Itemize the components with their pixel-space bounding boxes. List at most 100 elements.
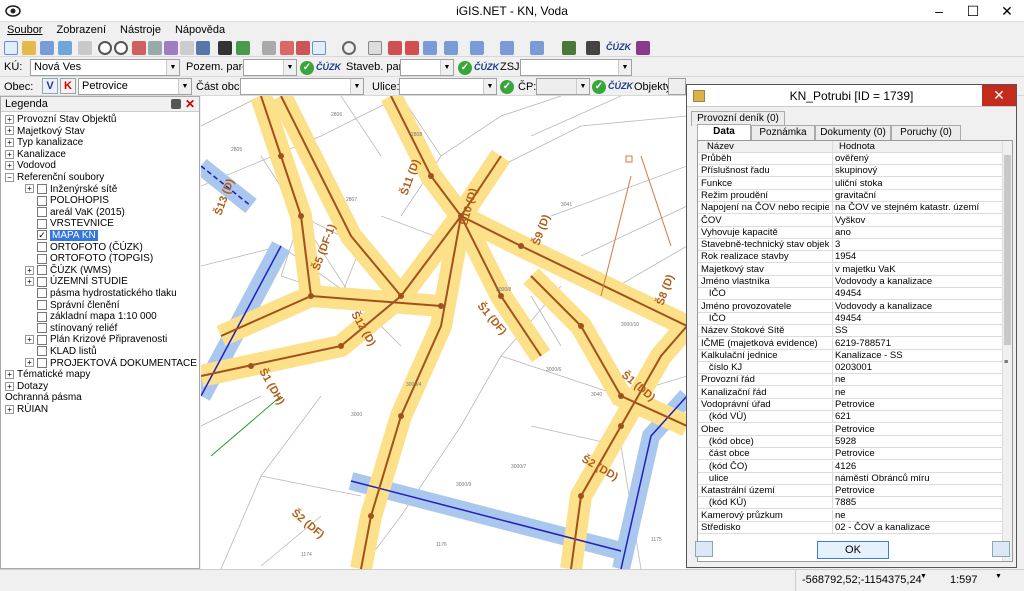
grid-row[interactable]: Vodoprávní úřad Petrovice	[698, 399, 1003, 411]
tab-dokumenty[interactable]: Dokumenty (0)	[815, 125, 891, 140]
layer-checkbox[interactable]	[37, 334, 47, 345]
expand-icon[interactable]: +	[25, 358, 34, 368]
identify-icon[interactable]	[180, 41, 194, 55]
ok-button[interactable]: OK	[817, 541, 889, 559]
undo-icon[interactable]	[262, 41, 276, 55]
cp-confirm-icon[interactable]: ✓	[592, 80, 606, 94]
pan-icon[interactable]	[148, 41, 162, 55]
ku-combo[interactable]: Nová Ves ▼	[30, 59, 180, 76]
grid-row[interactable]: (kód obce) 5928	[698, 435, 1003, 448]
scrollbar-thumb[interactable]	[1004, 155, 1011, 345]
grid-row[interactable]: Vyhovuje kapacitě ano	[698, 226, 1003, 239]
label-abl-icon[interactable]	[368, 41, 382, 55]
cp-cuzk-button[interactable]: ČÚZK	[608, 81, 633, 95]
cp-combo[interactable]: ▼	[536, 78, 590, 95]
info-icon[interactable]	[196, 41, 210, 55]
pin-icon[interactable]	[171, 99, 181, 109]
expand-icon[interactable]: +	[5, 114, 14, 124]
zoom-extent-icon[interactable]	[132, 41, 146, 55]
expand-icon[interactable]: +	[25, 265, 34, 275]
ulice-confirm-icon[interactable]: ✓	[500, 80, 514, 94]
dialog-close-button[interactable]: ✕	[982, 85, 1016, 106]
open-folder-icon[interactable]	[22, 41, 36, 55]
grid-row[interactable]: (kód ČO) 4126	[698, 460, 1003, 473]
grid-row[interactable]: část obce Petrovice	[698, 448, 1003, 461]
menu-nastroje[interactable]: Nástroje	[113, 22, 168, 38]
scale-dropdown-icon[interactable]: ▼	[995, 573, 1002, 580]
cuzk-button[interactable]: ČÚZK	[606, 42, 631, 56]
map-canvas[interactable]: Š13 (D) Š5 (DF-1) Š11 (D) Š10 (D) Š9 (D)…	[201, 96, 687, 569]
layer-checkbox[interactable]	[37, 357, 47, 368]
layer-checkbox[interactable]	[37, 183, 47, 194]
tab-data[interactable]: Data	[697, 124, 751, 141]
pozem-parc-combo[interactable]: ▼	[243, 59, 297, 76]
grid-row[interactable]: Příslušnost řadu skupinový	[698, 165, 1003, 178]
grid-row[interactable]: (kód VÚ) 621	[698, 411, 1003, 424]
expand-icon[interactable]: +	[5, 404, 14, 414]
grid-row[interactable]: IČME (majetková evidence) 6219-788571	[698, 337, 1003, 350]
table2-icon[interactable]	[470, 41, 484, 55]
grid-row[interactable]: ČOV Vyškov	[698, 214, 1003, 227]
grid-row[interactable]: Kanalizační řád ne	[698, 386, 1003, 399]
book-icon[interactable]	[636, 41, 650, 55]
zoom-out-icon[interactable]	[114, 41, 128, 55]
draw-line-icon[interactable]	[280, 41, 294, 55]
globe-icon[interactable]	[58, 41, 72, 55]
grid-row[interactable]: Název Stokové Sítě SS	[698, 325, 1003, 338]
grid-row[interactable]: Kalkulační jednice Kanalizace - SS	[698, 349, 1003, 362]
layer-checkbox[interactable]	[37, 265, 47, 276]
grid-row[interactable]: ulice náměstí Obránců míru	[698, 472, 1003, 485]
menu-zobrazeni[interactable]: Zobrazení	[49, 22, 113, 38]
pozem-cuzk-button[interactable]: ČÚZK	[316, 62, 341, 76]
grid-row[interactable]: Rok realizace stavby 1954	[698, 251, 1003, 264]
k-button[interactable]: K	[60, 78, 76, 94]
staveb-cuzk-button[interactable]: ČÚZK	[474, 62, 499, 76]
objekty-combo[interactable]	[668, 78, 686, 95]
zsj-combo[interactable]: ▼	[520, 59, 632, 76]
grid-scrollbar[interactable]: ≡	[1002, 141, 1012, 561]
grid-row[interactable]: číslo KJ 0203001	[698, 362, 1003, 375]
xy2-icon[interactable]	[405, 41, 419, 55]
maximize-button[interactable]: ☐	[956, 0, 990, 22]
expand-icon[interactable]: +	[5, 126, 14, 136]
xy-icon[interactable]	[388, 41, 402, 55]
layer-checkbox[interactable]	[37, 323, 47, 334]
dialog-tool-left-icon[interactable]	[695, 541, 713, 557]
legend-item[interactable]: + RÚIAN	[5, 403, 48, 416]
export-icon[interactable]	[586, 41, 600, 55]
grid-row[interactable]: Provozní řád ne	[698, 374, 1003, 387]
layer-checkbox[interactable]	[37, 195, 47, 206]
grid-icon[interactable]	[423, 41, 437, 55]
layer-add-icon[interactable]	[236, 41, 250, 55]
tab-poznamka[interactable]: Poznámka	[751, 125, 815, 140]
layer-checkbox[interactable]	[37, 253, 47, 264]
expand-icon[interactable]: +	[5, 370, 14, 380]
chart-line-icon[interactable]	[312, 41, 326, 55]
map-svg[interactable]: Š13 (D) Š5 (DF-1) Š11 (D) Š10 (D) Š9 (D)…	[201, 96, 687, 569]
grid-row[interactable]: Funkce uliční stoka	[698, 177, 1003, 190]
expand-icon[interactable]: +	[5, 161, 14, 171]
grid-row[interactable]: Režim proudění gravitační	[698, 189, 1003, 202]
table-icon[interactable]	[444, 41, 458, 55]
grid-row[interactable]: Kamerový průzkum ne	[698, 509, 1003, 522]
layer-checkbox[interactable]	[37, 276, 47, 287]
collapse-icon[interactable]: −	[5, 172, 14, 182]
window-icon[interactable]	[530, 41, 544, 55]
expand-icon[interactable]: +	[5, 381, 14, 391]
expand-icon[interactable]: +	[5, 138, 14, 148]
staveb-confirm-icon[interactable]: ✓	[458, 61, 472, 75]
edit-line-icon[interactable]	[296, 41, 310, 55]
menu-napoveda[interactable]: Nápověda	[168, 22, 232, 38]
expand-icon[interactable]: +	[25, 277, 34, 287]
report-icon[interactable]	[500, 41, 514, 55]
grid-row[interactable]: Jméno vlastníka Vodovody a kanalizace	[698, 276, 1003, 288]
legend-close-icon[interactable]: ✕	[185, 97, 195, 111]
save-icon[interactable]	[40, 41, 54, 55]
layer-checkbox[interactable]	[37, 288, 47, 299]
coords-dropdown-icon[interactable]: ▼	[920, 573, 927, 580]
expand-icon[interactable]: +	[5, 149, 14, 159]
pozem-confirm-icon[interactable]: ✓	[300, 61, 314, 75]
layer-checkbox[interactable]	[37, 311, 47, 322]
grid-row[interactable]: IČO 49454	[698, 312, 1003, 325]
tab-poruchy[interactable]: Poruchy (0)	[891, 125, 961, 140]
